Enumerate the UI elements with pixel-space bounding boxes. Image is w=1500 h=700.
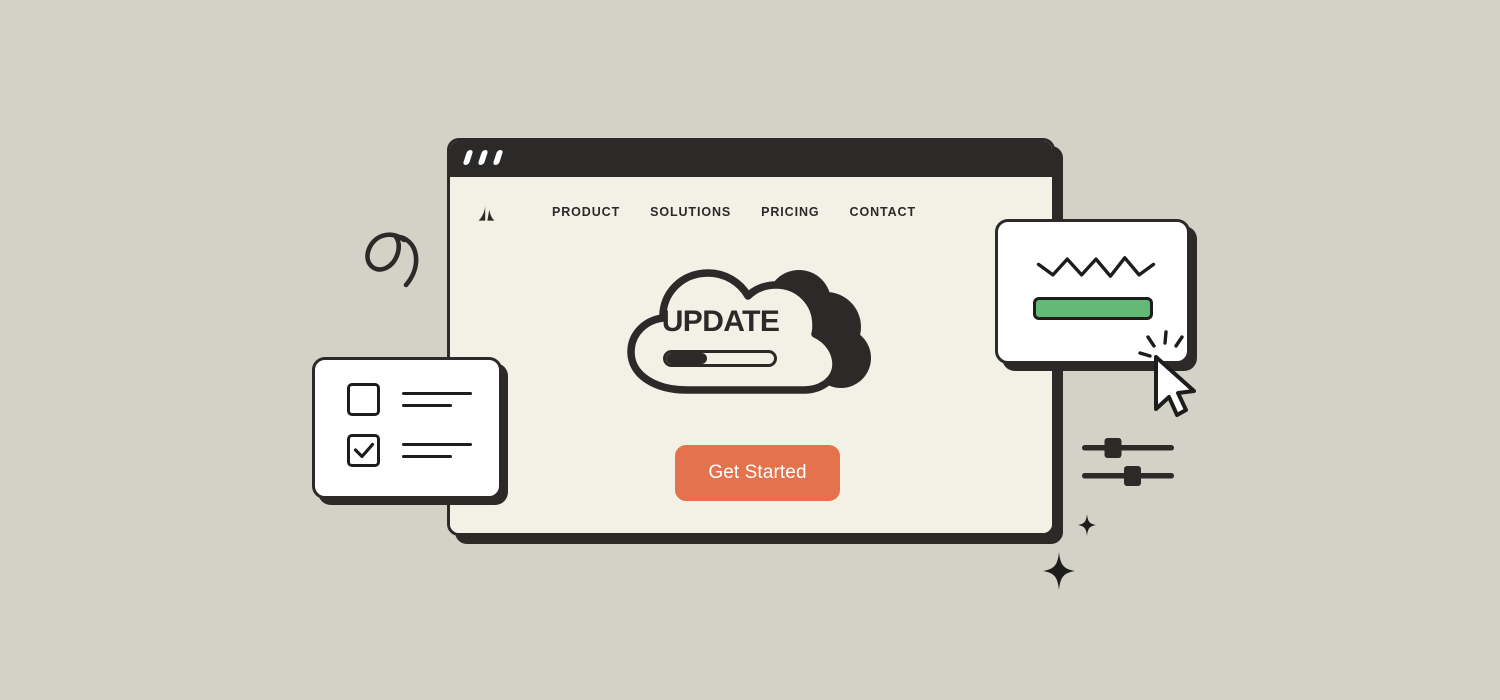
mouse-pointer-arrow-icon [1138, 330, 1196, 417]
checklist-item [347, 383, 499, 416]
sparkle-icon [1043, 552, 1075, 590]
update-progress-fill [666, 353, 708, 364]
browser-window: PRODUCT SOLUTIONS PRICING CONTACT UPDATE… [447, 138, 1063, 544]
nav-link-solutions[interactable]: SOLUTIONS [650, 205, 731, 219]
checkbox-checked[interactable] [347, 434, 380, 467]
nav-link-contact[interactable]: CONTACT [850, 205, 916, 219]
squiggle-flourish-icon [365, 232, 419, 288]
check-mark-icon [353, 442, 374, 458]
nav-link-pricing[interactable]: PRICING [761, 205, 819, 219]
hero-cloud-graphic: UPDATE [613, 257, 888, 402]
browser-titlebar [450, 141, 1052, 174]
window-control-dash-2[interactable] [477, 150, 489, 165]
text-line [402, 392, 472, 395]
checklist-item-text-placeholder [402, 392, 472, 407]
settings-sliders-icon[interactable] [1082, 437, 1174, 491]
slider-track-1 [1082, 445, 1174, 451]
window-control-dash-1[interactable] [462, 150, 474, 165]
illustration-canvas: PRODUCT SOLUTIONS PRICING CONTACT UPDATE… [0, 0, 1500, 700]
checklist-item-text-placeholder [402, 443, 472, 458]
sliders-svg [1082, 438, 1174, 486]
slider-knob-2 [1124, 466, 1141, 486]
browser-window-frame: PRODUCT SOLUTIONS PRICING CONTACT UPDATE… [447, 138, 1055, 536]
checklist-card-body [312, 357, 502, 499]
cursor-group [1128, 327, 1218, 419]
text-line [402, 404, 452, 407]
checklist-card [312, 357, 508, 505]
status-bar-indicator[interactable] [1033, 297, 1153, 320]
click-burst-icon [1138, 330, 1184, 358]
brand-logo-icon[interactable] [472, 198, 500, 226]
update-progress-bar [663, 350, 777, 367]
slider-knob-1 [1104, 438, 1122, 458]
zigzag-line-chart-icon [1036, 256, 1156, 278]
browser-page-content: PRODUCT SOLUTIONS PRICING CONTACT UPDATE… [450, 174, 1052, 533]
text-line [402, 455, 452, 458]
nav-link-product[interactable]: PRODUCT [552, 205, 620, 219]
get-started-button[interactable]: Get Started [675, 445, 840, 501]
window-control-dash-3[interactable] [492, 150, 504, 165]
hero-headline: UPDATE [661, 305, 780, 338]
site-navigation: PRODUCT SOLUTIONS PRICING CONTACT [450, 191, 1052, 233]
checklist-item [347, 434, 499, 467]
text-line [402, 443, 472, 446]
checkbox-unchecked[interactable] [347, 383, 380, 416]
nav-links-list: PRODUCT SOLUTIONS PRICING CONTACT [552, 205, 916, 219]
sparkle-icon [1078, 514, 1096, 536]
